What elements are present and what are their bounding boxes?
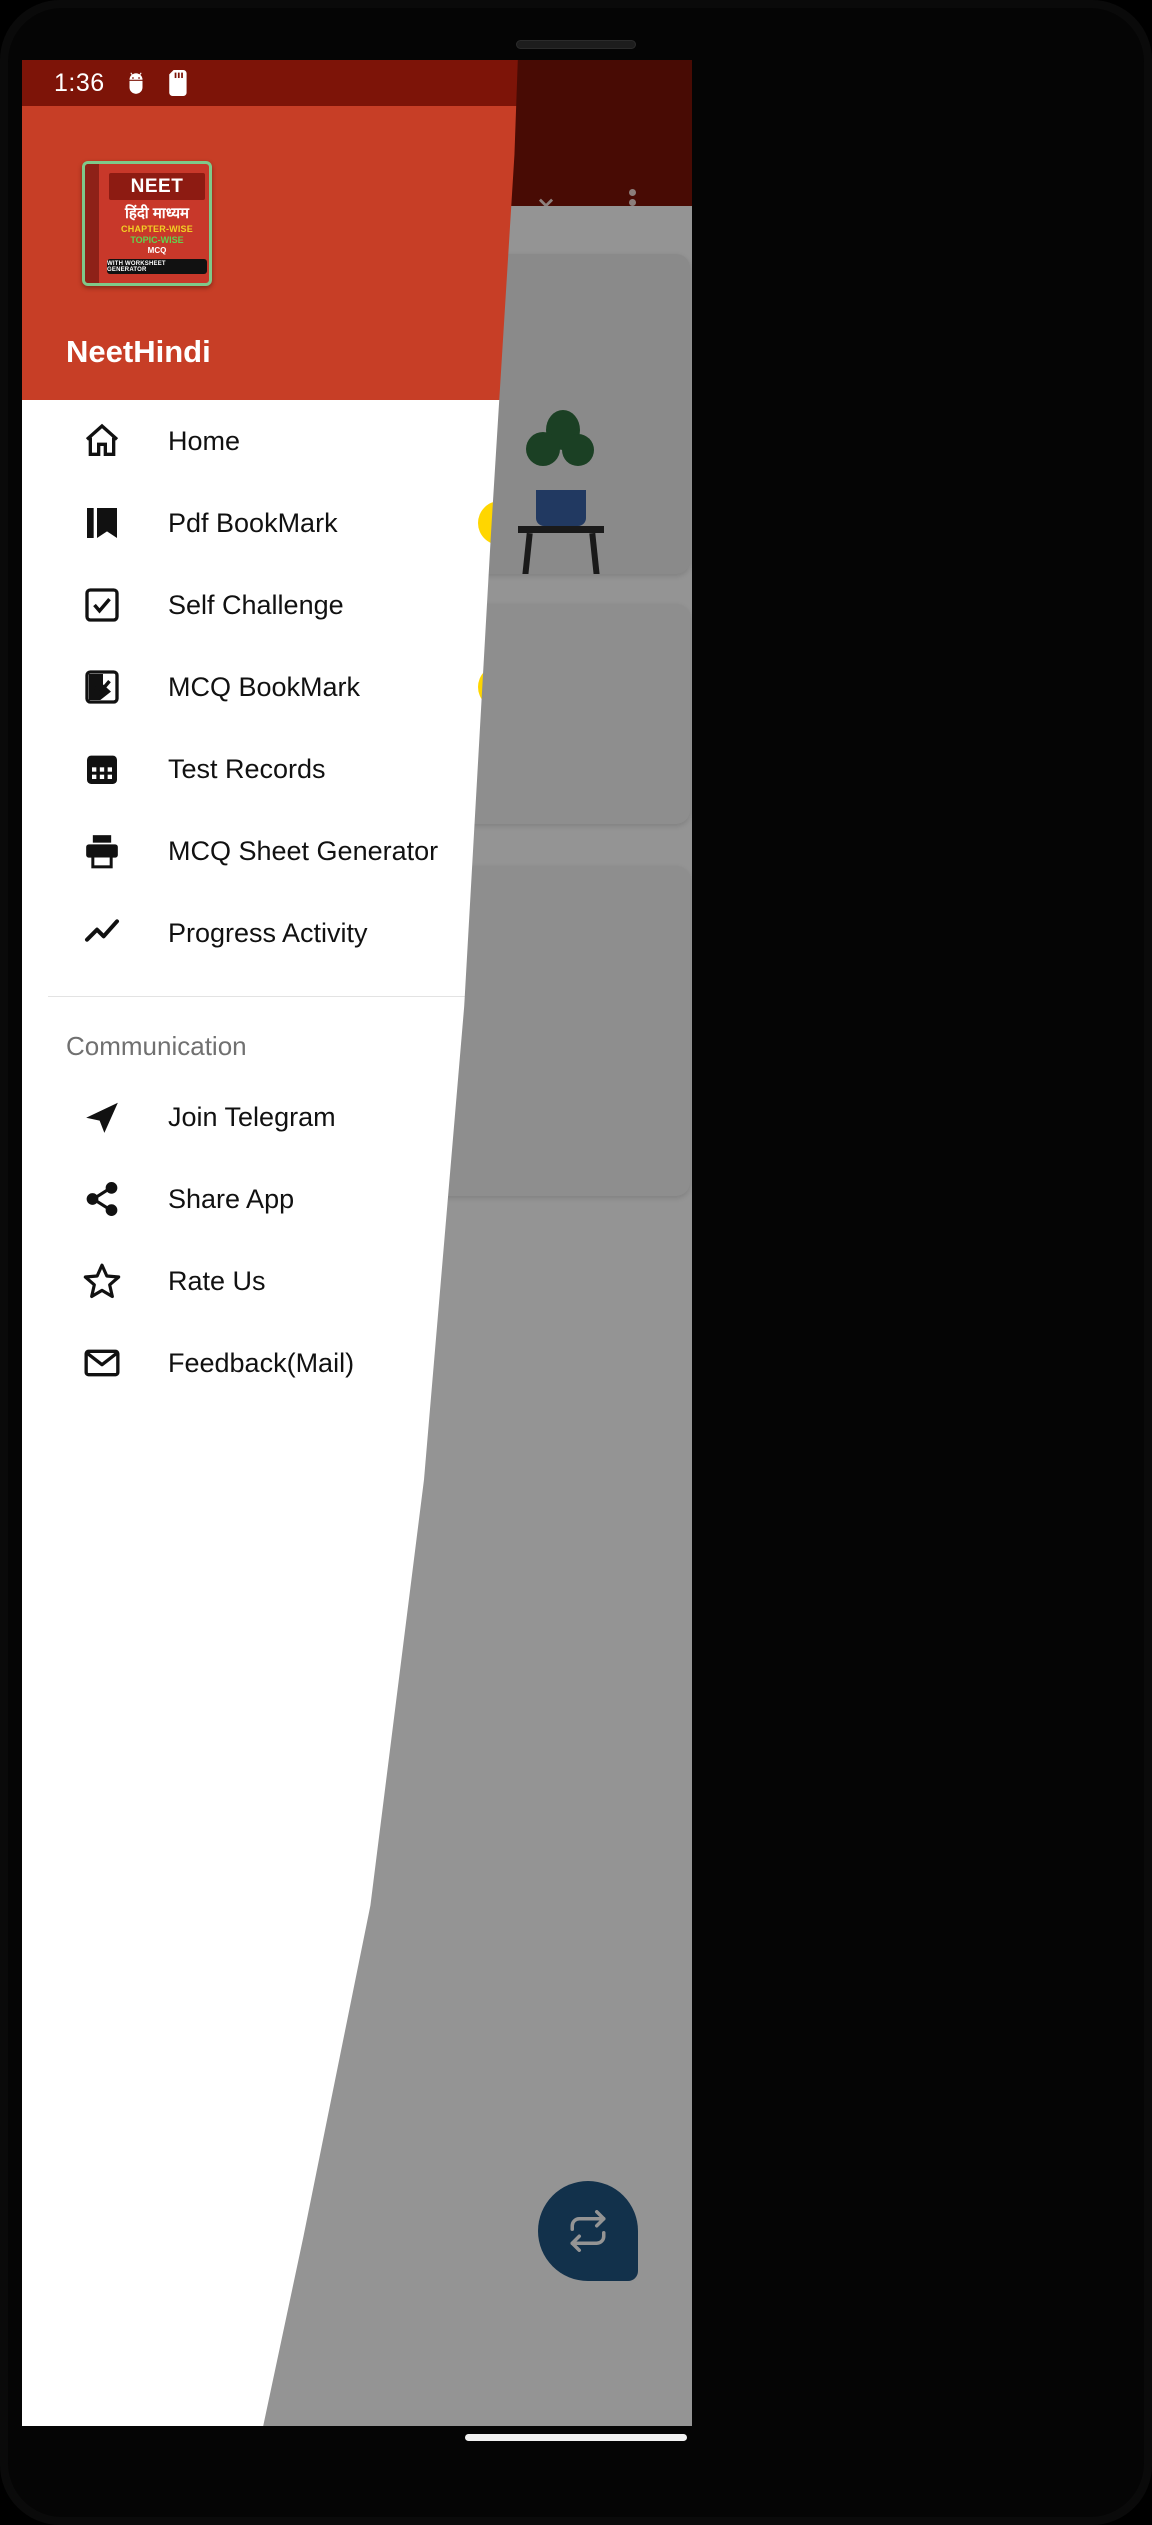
phone-screen: English Self Challenge Challenge Yoursel… <box>22 60 692 2426</box>
home-icon <box>80 419 124 463</box>
telegram-send-icon <box>80 1095 124 1139</box>
book-bookmark-icon <box>80 501 124 545</box>
printer-icon <box>80 829 124 873</box>
menu-item-label: Feedback(Mail) <box>168 1347 355 1378</box>
android-debug-icon <box>123 70 149 96</box>
logo-chapter-line: CHAPTER-WISE <box>121 224 193 234</box>
share-icon <box>80 1177 124 1221</box>
logo-title: NEET <box>109 173 205 200</box>
home-indicator <box>465 2434 687 2441</box>
menu-item-label: Test Records <box>168 753 326 784</box>
menu-item-label: Join Telegram <box>168 1101 336 1132</box>
app-logo: NEET हिंदी माध्यम CHAPTER-WISE TOPIC-WIS… <box>82 161 212 286</box>
trending-up-icon <box>80 911 124 955</box>
status-bar-clock: 1:36 <box>54 68 105 97</box>
logo-worksheet-line: WITH WORKSHEET GENERATOR <box>107 259 207 274</box>
menu-item-label: MCQ BookMark <box>168 671 361 702</box>
menu-item-label: Pdf BookMark <box>168 507 338 538</box>
checkbox-icon <box>80 583 124 627</box>
menu-item-label: MCQ Sheet Generator <box>168 835 439 866</box>
mail-icon <box>80 1341 124 1385</box>
logo-topic-line: TOPIC-WISE <box>130 235 184 245</box>
menu-item-label: Home <box>168 425 241 456</box>
menu-item-label: Rate Us <box>168 1265 266 1296</box>
logo-hindi-text: हिंदी माध्यम <box>124 205 190 222</box>
logo-mcq-line: MCQ <box>147 246 167 255</box>
earpiece-speaker <box>516 40 636 49</box>
phone-frame: English Self Challenge Challenge Yoursel… <box>0 0 1152 2525</box>
drawer-app-name: NeetHindi <box>66 334 211 369</box>
menu-item-label: Share App <box>168 1183 295 1214</box>
calendar-icon <box>80 747 124 791</box>
star-outline-icon <box>80 1259 124 1303</box>
menu-item-label: Progress Activity <box>168 917 368 948</box>
menu-item-label: Self Challenge <box>168 589 344 620</box>
logo-book-spine <box>85 164 99 283</box>
checkbox-filled-icon <box>80 665 124 709</box>
sd-card-icon <box>167 70 191 96</box>
